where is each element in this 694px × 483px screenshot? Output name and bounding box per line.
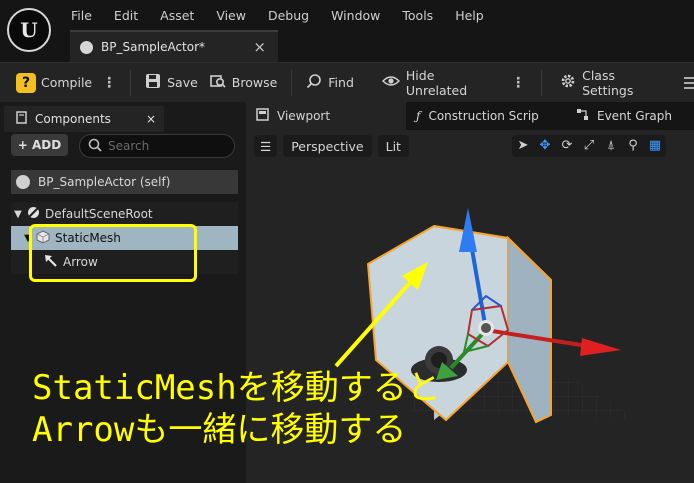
move-icon[interactable]: ✥	[534, 135, 556, 157]
search-icon	[88, 138, 102, 155]
viewport-tool-group: ➤ ✥ ⟳ ⤢ ⍋ ⚲ ▦	[512, 135, 666, 157]
tab-construction-script[interactable]: ƒ Construction Scrip	[406, 102, 566, 130]
world-local-icon[interactable]: ⚲	[622, 135, 644, 157]
menu-file[interactable]: File	[60, 8, 103, 23]
menu-edit[interactable]: Edit	[103, 8, 149, 23]
actor-icon	[16, 175, 30, 189]
graph-icon	[576, 108, 589, 124]
eye-icon	[381, 74, 400, 92]
compile-button[interactable]: ? Compile	[0, 63, 92, 103]
title-bar: U File Edit Asset View Debug Window Tool…	[0, 0, 694, 62]
function-icon: ƒ	[416, 109, 421, 123]
components-icon	[16, 111, 27, 127]
self-component-label: BP_SampleActor (self)	[38, 175, 171, 189]
compile-options-icon[interactable]: ⋮	[98, 75, 120, 91]
components-tab[interactable]: Components ×	[4, 106, 164, 132]
tree-item-label: DefaultSceneRoot	[45, 207, 153, 221]
menu-tools[interactable]: Tools	[391, 8, 444, 23]
menu-help[interactable]: Help	[444, 8, 495, 23]
search-input[interactable]	[108, 139, 218, 153]
browse-icon	[209, 73, 226, 93]
self-component-row[interactable]: BP_SampleActor (self)	[11, 170, 238, 194]
compile-icon: ?	[16, 72, 36, 93]
component-search[interactable]	[79, 134, 235, 158]
tree-item-default-scene-root[interactable]: ▼ DefaultSceneRoot	[11, 202, 238, 226]
annotation-line-1: StaticMeshを移動すると	[32, 368, 441, 408]
class-settings-button[interactable]: Class Settings	[542, 63, 666, 103]
compile-label: Compile	[41, 75, 93, 90]
components-tab-label: Components	[35, 112, 111, 126]
save-label: Save	[167, 75, 198, 90]
toolbar: ? Compile ⋮ Save Browse Find Hide Unrela…	[0, 62, 694, 102]
menu-bar: File Edit Asset View Debug Window Tools …	[60, 0, 495, 30]
hide-unrelated-options-icon[interactable]: ⋮	[507, 75, 529, 91]
editor-tabs: Viewport ƒ Construction Scrip Event Grap…	[246, 102, 694, 130]
unreal-logo-icon[interactable]: U	[7, 8, 51, 52]
blueprint-icon	[80, 40, 93, 54]
lit-button[interactable]: Lit	[377, 135, 409, 157]
annotation-text: StaticMeshを移動すると Arrowも一緒に移動する	[32, 367, 441, 451]
menu-debug[interactable]: Debug	[257, 8, 320, 23]
gear-icon	[560, 73, 576, 93]
menu-window[interactable]: Window	[320, 8, 391, 23]
highlight-box	[29, 224, 197, 282]
viewport-menu-button[interactable]: ☰	[254, 135, 278, 157]
document-tab[interactable]: BP_SampleActor* ×	[70, 30, 278, 62]
find-button[interactable]: Find	[292, 63, 354, 103]
save-button[interactable]: Save	[131, 63, 198, 103]
class-defaults-icon[interactable]	[666, 63, 694, 103]
add-component-button[interactable]: + ADD	[11, 134, 68, 156]
menu-asset[interactable]: Asset	[149, 8, 205, 23]
save-icon	[145, 73, 161, 93]
close-icon[interactable]: ×	[253, 38, 266, 56]
document-title: BP_SampleActor*	[101, 40, 206, 54]
menu-view[interactable]: View	[205, 8, 257, 23]
tab-label: Viewport	[277, 109, 331, 123]
tab-viewport[interactable]: Viewport	[246, 102, 406, 130]
surface-snap-icon[interactable]: ⍋	[600, 135, 622, 157]
close-icon[interactable]: ×	[146, 112, 156, 126]
find-label: Find	[328, 75, 354, 90]
browse-label: Browse	[231, 75, 278, 90]
annotation-line-2: Arrowも一緒に移動する	[32, 410, 407, 450]
grid-snap-icon[interactable]: ▦	[644, 135, 666, 157]
scene-root-icon	[25, 206, 41, 222]
tab-label: Event Graph	[597, 109, 672, 123]
perspective-button[interactable]: Perspective	[283, 135, 372, 157]
hide-unrelated-button[interactable]: Hide Unrelated	[354, 63, 495, 103]
tab-event-graph[interactable]: Event Graph	[566, 102, 682, 130]
scale-icon[interactable]: ⤢	[578, 135, 600, 157]
hide-unrelated-label: Hide Unrelated	[405, 67, 468, 98]
find-icon	[306, 73, 322, 93]
select-icon[interactable]: ➤	[512, 135, 534, 157]
tab-label: Construction Scrip	[428, 109, 539, 123]
rotate-icon[interactable]: ⟳	[556, 135, 578, 157]
browse-button[interactable]: Browse	[198, 63, 278, 103]
chevron-down-icon[interactable]: ▼	[11, 209, 25, 220]
viewport-icon	[256, 108, 269, 124]
class-settings-label: Class Settings	[582, 67, 634, 98]
